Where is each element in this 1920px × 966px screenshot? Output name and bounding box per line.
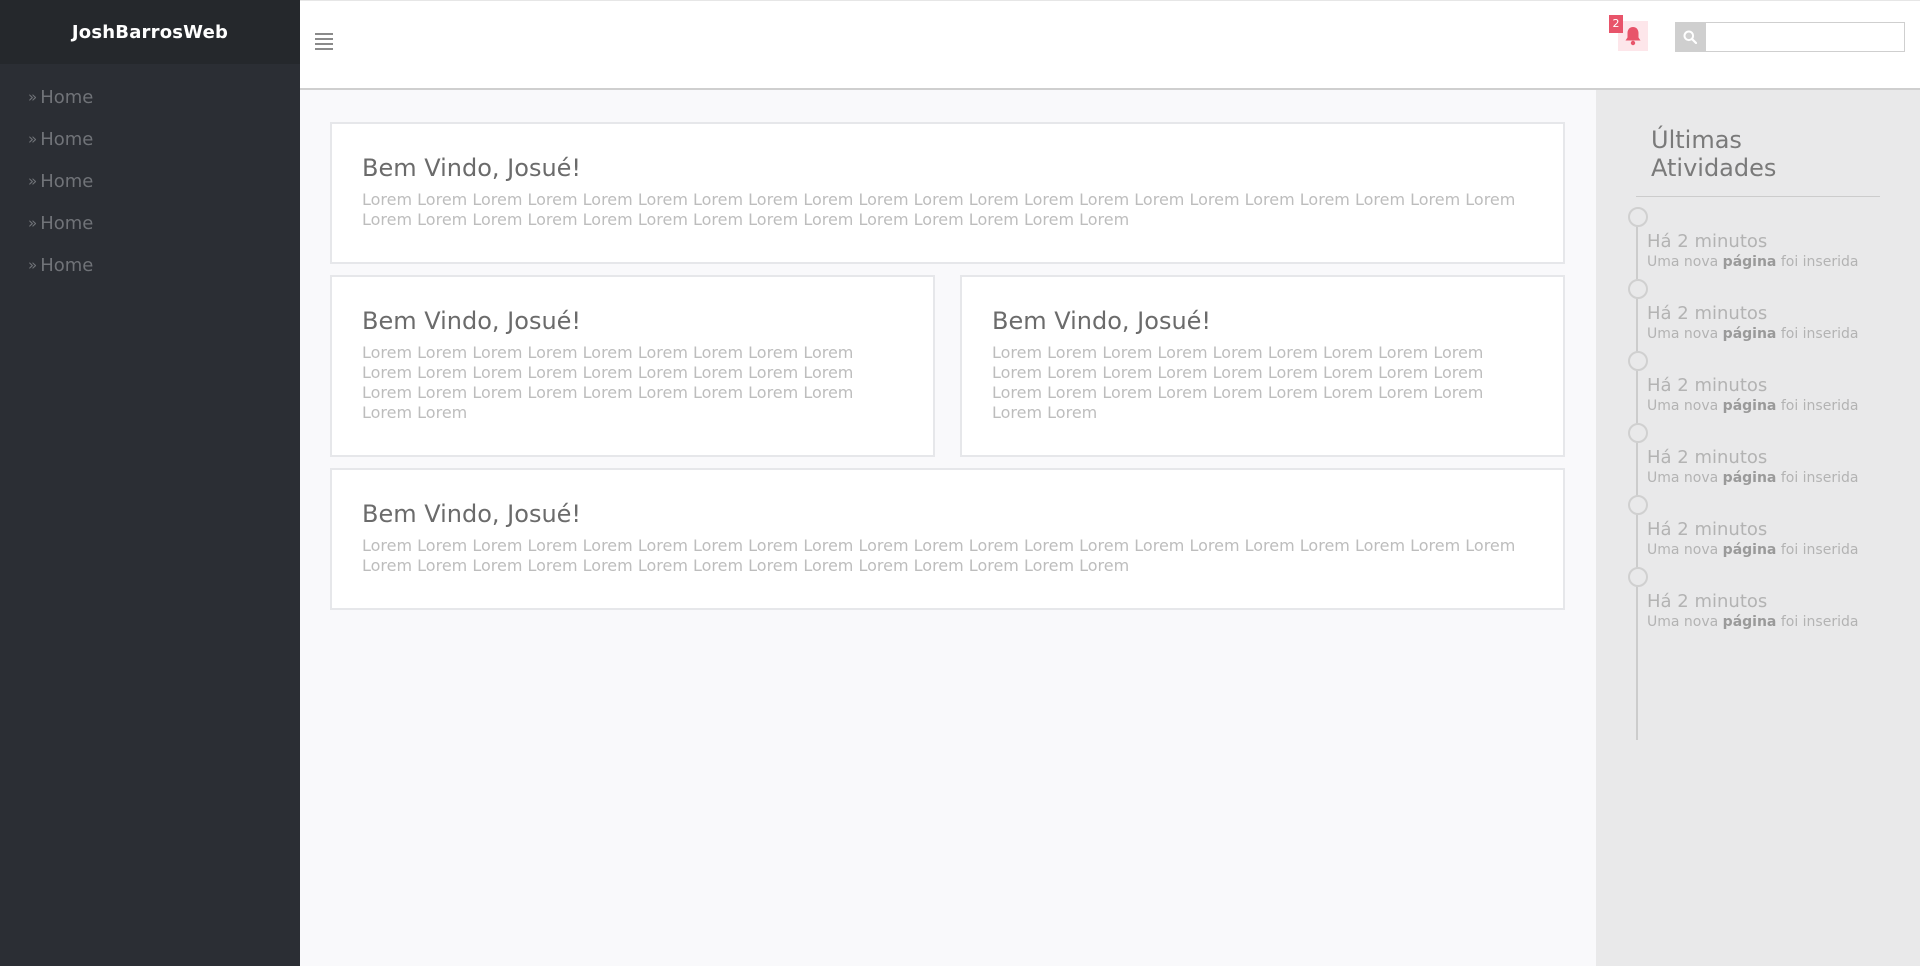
sidebar-item-label: Home xyxy=(40,86,94,108)
activity-desc: Uma nova página foi inserida xyxy=(1647,254,1859,270)
activity-time: Há 2 minutos xyxy=(1647,591,1768,612)
notification-badge: 2 xyxy=(1609,15,1623,33)
timeline-dot-icon xyxy=(1628,279,1648,299)
activity-desc: Uma nova página foi inserida xyxy=(1647,326,1859,342)
sidebar-item-home[interactable]: » Home xyxy=(0,118,300,160)
card-title: Bem Vindo, Josué! xyxy=(362,500,582,528)
chevron-right-icon: » xyxy=(28,88,38,106)
timeline-dot-icon xyxy=(1628,567,1648,587)
card-title: Bem Vindo, Josué! xyxy=(362,307,582,335)
timeline-dot-icon xyxy=(1628,351,1648,371)
activity-desc: Uma nova página foi inserida xyxy=(1647,470,1859,486)
activity-desc: Uma nova página foi inserida xyxy=(1647,614,1859,630)
timeline-dot-icon xyxy=(1628,423,1648,443)
activity-time: Há 2 minutos xyxy=(1647,375,1768,396)
chevron-right-icon: » xyxy=(28,256,38,274)
chevron-right-icon: » xyxy=(28,214,38,232)
card-title: Bem Vindo, Josué! xyxy=(992,307,1212,335)
divider xyxy=(1636,196,1880,197)
sidebar-item-home[interactable]: » Home xyxy=(0,202,300,244)
sidebar-item-label: Home xyxy=(40,128,94,150)
activity-time: Há 2 minutos xyxy=(1647,519,1768,540)
search-button[interactable] xyxy=(1675,22,1705,52)
timeline-dot-icon xyxy=(1628,495,1648,515)
brand-logo[interactable]: JoshBarrosWeb xyxy=(0,0,300,64)
sidebar-nav: » Home » Home » Home » Home » Home xyxy=(0,64,300,286)
top-header: 2 xyxy=(300,0,1920,90)
sidebar-item-label: Home xyxy=(40,212,94,234)
sidebar-item-home[interactable]: » Home xyxy=(0,76,300,118)
activity-desc: Uma nova página foi inserida xyxy=(1647,542,1859,558)
welcome-card: Bem Vindo, Josué! Lorem Lorem Lorem Lore… xyxy=(330,468,1565,610)
sidebar-item-home[interactable]: » Home xyxy=(0,160,300,202)
welcome-card: Bem Vindo, Josué! Lorem Lorem Lorem Lore… xyxy=(330,275,935,457)
welcome-card: Bem Vindo, Josué! Lorem Lorem Lorem Lore… xyxy=(960,275,1565,457)
welcome-card: Bem Vindo, Josué! Lorem Lorem Lorem Lore… xyxy=(330,122,1565,264)
card-text: Lorem Lorem Lorem Lorem Lorem Lorem Lore… xyxy=(362,536,1516,575)
activity-panel: Últimas Atividades Há 2 minutos Uma nova… xyxy=(1596,90,1920,966)
activity-time: Há 2 minutos xyxy=(1647,303,1768,324)
sidebar-item-label: Home xyxy=(40,254,94,276)
card-text: Lorem Lorem Lorem Lorem Lorem Lorem Lore… xyxy=(362,343,854,422)
search-icon xyxy=(1683,30,1697,44)
sidebar-item-home[interactable]: » Home xyxy=(0,244,300,286)
activity-desc: Uma nova página foi inserida xyxy=(1647,398,1859,414)
chevron-right-icon: » xyxy=(28,130,38,148)
card-text: Lorem Lorem Lorem Lorem Lorem Lorem Lore… xyxy=(992,343,1484,422)
timeline-dot-icon xyxy=(1628,207,1648,227)
activity-time: Há 2 minutos xyxy=(1647,447,1768,468)
bell-icon xyxy=(1625,27,1641,46)
hamburger-icon[interactable] xyxy=(315,33,333,50)
activity-time: Há 2 minutos xyxy=(1647,231,1768,252)
card-title: Bem Vindo, Josué! xyxy=(362,154,582,182)
sidebar-item-label: Home xyxy=(40,170,94,192)
activity-title: Últimas Atividades xyxy=(1651,126,1777,182)
sidebar: JoshBarrosWeb » Home » Home » Home » Hom… xyxy=(0,0,300,966)
chevron-right-icon: » xyxy=(28,172,38,190)
card-text: Lorem Lorem Lorem Lorem Lorem Lorem Lore… xyxy=(362,190,1516,229)
search-input[interactable] xyxy=(1705,22,1905,52)
